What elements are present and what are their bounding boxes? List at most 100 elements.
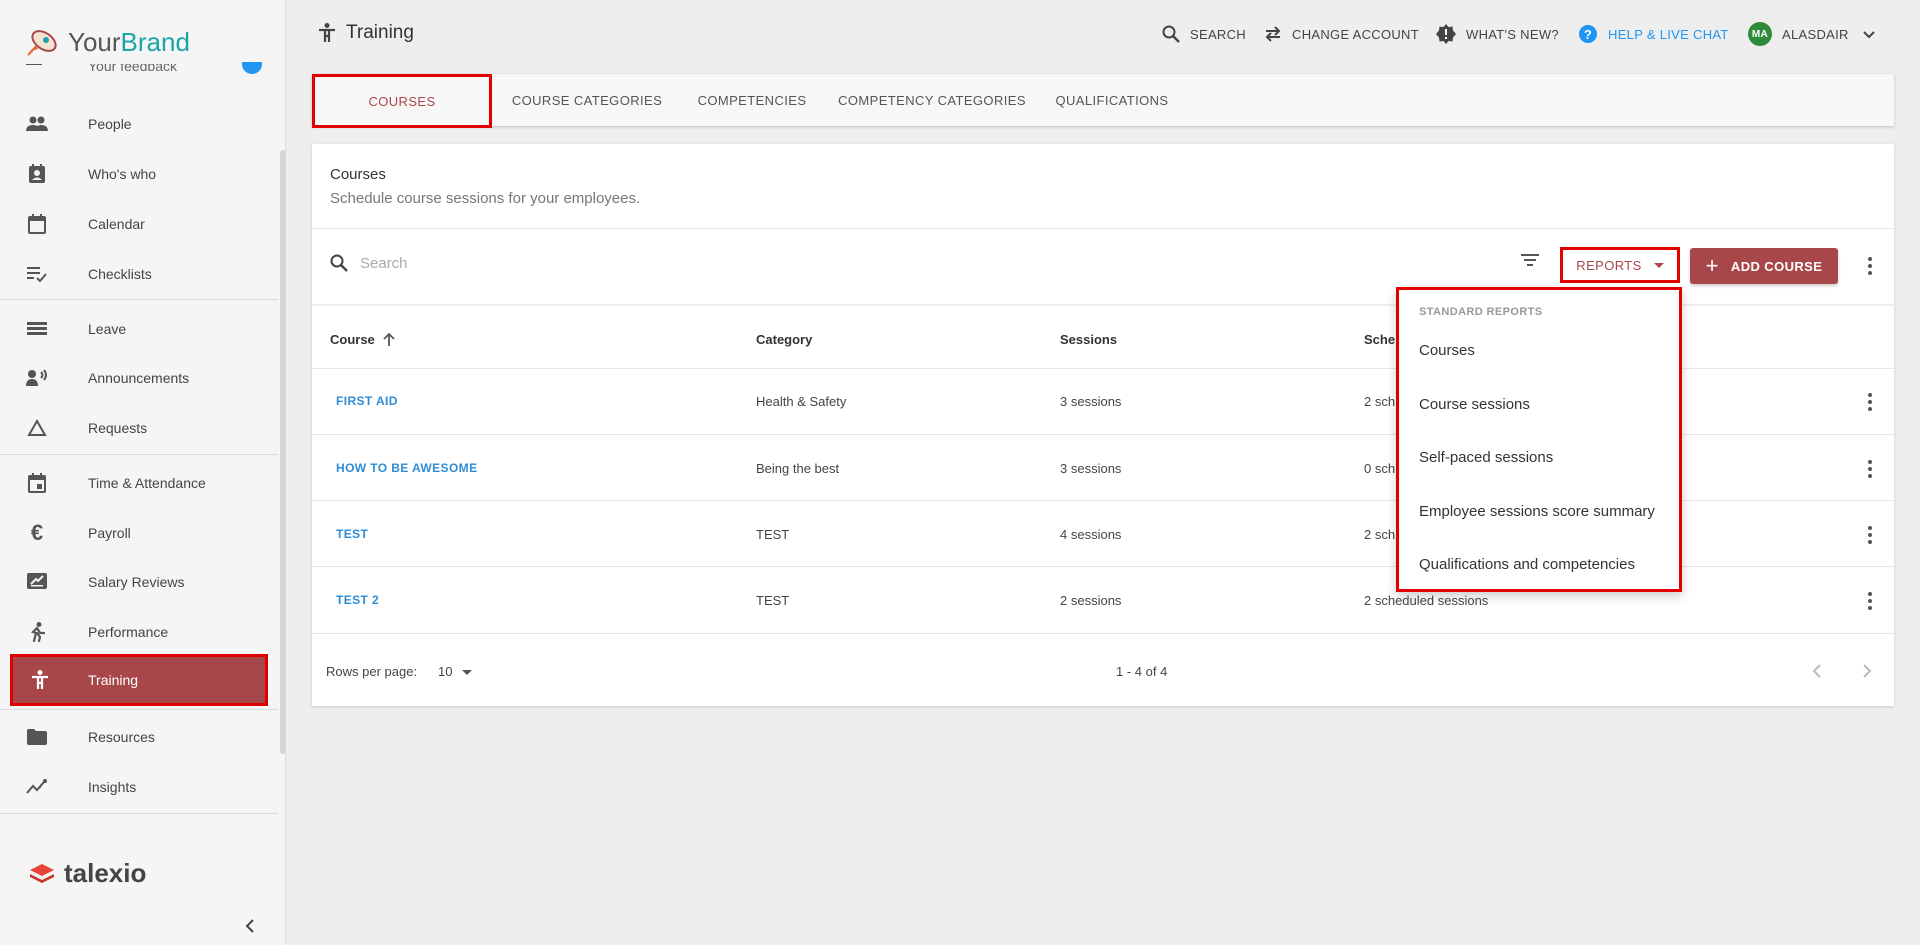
caret-down-icon [1653,262,1664,268]
sidebar-item-calendar[interactable]: Calendar [0,202,278,246]
column-header-label: Course [330,332,375,347]
sidebar-item-performance[interactable]: Performance [0,610,278,654]
menu-item-course-sessions[interactable]: Course sessions [1419,396,1530,413]
next-page-button[interactable] [1862,664,1872,683]
collapse-sidebar-button[interactable] [240,916,260,936]
course-link[interactable]: TEST 2 [336,593,379,607]
help-live-chat-button[interactable]: ? HELP & LIVE CHAT [1578,22,1729,46]
help-live-chat-label: HELP & LIVE CHAT [1608,26,1729,42]
arrow-up-icon [383,332,395,346]
top-search-button[interactable]: SEARCH [1162,22,1246,46]
sidebar: YourBrand Your feedback People Who's who… [0,0,286,945]
row-more-icon[interactable] [1860,392,1880,412]
sidebar-item-requests[interactable]: Requests [0,406,278,450]
whats-new-label: WHAT'S NEW? [1466,26,1559,42]
sidebar-divider [0,709,278,710]
menu-item-employee-sessions-score-summary[interactable]: Employee sessions score summary [1419,503,1655,520]
add-course-label: ADD COURSE [1730,258,1823,274]
sidebar-item-label: Calendar [88,216,145,232]
column-header-scheduled[interactable]: Sche [1364,332,1395,347]
whats-new-button[interactable]: WHAT'S NEW? [1436,22,1559,46]
tab-course-categories[interactable]: COURSE CATEGORIES [502,74,672,126]
person-icon [29,669,51,691]
menu-item-courses[interactable]: Courses [1419,342,1475,359]
sidebar-item-checklists[interactable]: Checklists [0,252,278,296]
tab-competencies[interactable]: COMPETENCIES [682,74,822,126]
tab-qualifications[interactable]: QUALIFICATIONS [1042,74,1182,126]
search-icon [1162,25,1180,43]
row-more-icon[interactable] [1860,525,1880,545]
svg-text:?: ? [1584,27,1592,42]
column-header-course[interactable]: Course [330,332,395,347]
sidebar-item-label: Your feedback [88,64,177,74]
category-cell: TEST [756,527,790,542]
divider [312,228,1894,229]
row-more-icon[interactable] [1860,459,1880,479]
brand-name: YourBrand [68,26,190,57]
reports-button[interactable]: REPORTS [1560,247,1680,283]
help-icon: ? [1578,24,1598,44]
announcement-icon [26,367,48,389]
sidebar-item-label: Requests [88,420,148,436]
user-name: ALASDAIR [1782,26,1849,42]
change-account-label: CHANGE ACCOUNT [1292,26,1419,42]
sidebar-nav[interactable]: Your feedback People Who's who Calendar … [0,64,280,829]
page-title: Training [346,22,414,43]
brand-logo[interactable]: YourBrand [24,22,190,62]
tab-courses[interactable]: COURSES [312,74,492,128]
scheduled-cell: 0 sch [1364,461,1396,476]
menu-section-heading: STANDARD REPORTS [1419,306,1543,318]
column-header-category[interactable]: Category [756,332,812,347]
sidebar-divider [0,813,278,814]
sidebar-item-payroll[interactable]: € Payroll [0,511,278,555]
menu-item-qualifications-competencies[interactable]: Qualifications and competencies [1419,556,1635,573]
sidebar-item-leave[interactable]: Leave [0,307,278,351]
tab-competency-categories[interactable]: COMPETENCY CATEGORIES [832,74,1032,126]
sidebar-item-whos-who[interactable]: Who's who [0,152,278,196]
user-menu-button[interactable]: MA ALASDAIR [1748,22,1875,46]
menu-item-self-paced-sessions[interactable]: Self-paced sessions [1419,449,1553,466]
triangle-icon [26,417,48,439]
sidebar-item-salary-reviews[interactable]: Salary Reviews [0,560,278,604]
sidebar-item-label: Time & Attendance [88,475,206,491]
course-link[interactable]: TEST [336,527,368,541]
sidebar-item-announcements[interactable]: Announcements [0,356,278,400]
pagination-range: 1 - 4 of 4 [1116,664,1168,679]
sidebar-item-label: Insights [88,779,137,795]
sidebar-item-label: Payroll [88,525,131,541]
change-account-button[interactable]: CHANGE ACCOUNT [1264,22,1419,46]
sidebar-item-people[interactable]: People [0,102,278,146]
course-link[interactable]: FIRST AID [336,394,398,408]
more-options-icon[interactable] [1860,256,1880,276]
course-link[interactable]: HOW TO BE AWESOME [336,461,477,475]
sidebar-item-time-attendance[interactable]: Time & Attendance [0,461,278,505]
sidebar-divider [0,299,278,300]
rows-per-page-select[interactable]: 10 [438,664,473,679]
sidebar-item-training[interactable]: Training [10,654,268,706]
caret-down-icon [462,670,473,676]
top-search-label: SEARCH [1190,26,1246,42]
sidebar-item-partial[interactable]: Your feedback [26,64,226,76]
add-course-button[interactable]: + ADD COURSE [1690,248,1838,284]
card-title: Courses [330,166,386,183]
sidebar-item-label: Training [88,672,139,688]
rows-per-page-value: 10 [438,664,453,679]
sidebar-scrollbar[interactable] [280,150,286,754]
prev-page-button[interactable] [1812,664,1822,683]
sessions-cell: 2 sessions [1060,593,1122,608]
sidebar-item-insights[interactable]: Insights [0,765,278,809]
sidebar-item-label: Leave [88,321,127,337]
sidebar-item-label: Who's who [88,166,157,182]
sidebar-divider [0,454,278,455]
tab-bar: COURSES COURSE CATEGORIES COMPETENCIES C… [312,74,1894,128]
sidebar-item-label: Checklists [88,266,152,282]
insights-icon [26,776,48,798]
column-header-sessions[interactable]: Sessions [1060,332,1117,347]
filter-icon[interactable] [1520,252,1540,273]
search-input[interactable] [360,248,860,278]
sidebar-item-resources[interactable]: Resources [0,715,278,759]
row-more-icon[interactable] [1860,591,1880,611]
scheduled-cell: 2 scheduled sessions [1364,593,1489,608]
sidebar-item-label: Announcements [88,370,190,386]
category-cell: TEST [756,593,790,608]
